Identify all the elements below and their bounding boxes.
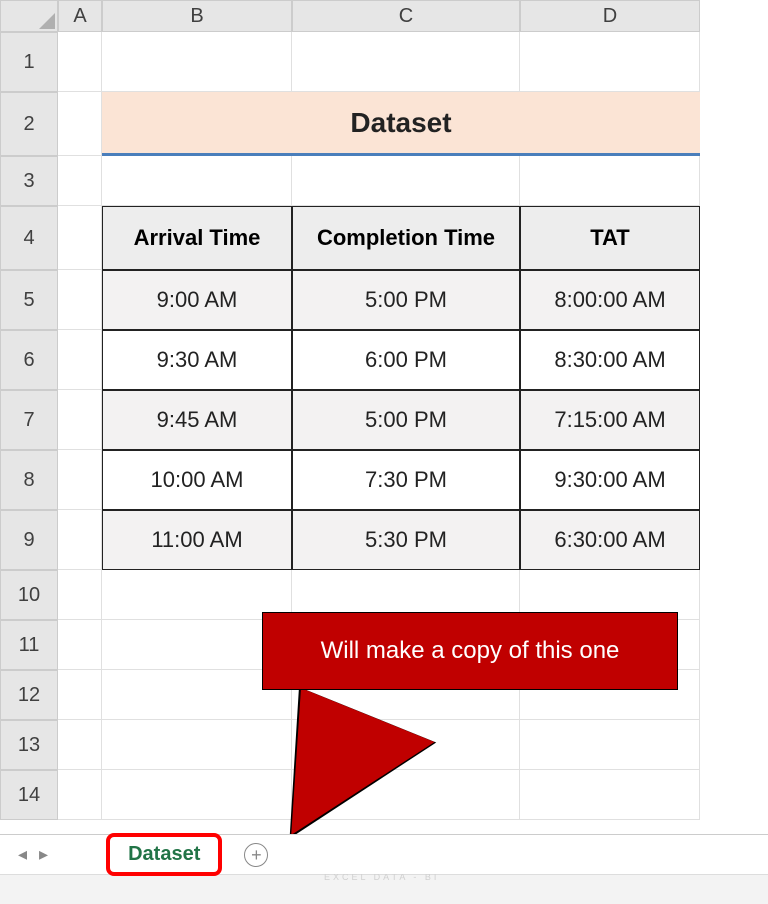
spreadsheet-grid: A B C D 1 2 Dataset 3 4 Arrival Time Com… — [0, 0, 768, 820]
table-row[interactable]: 8:00:00 AM — [520, 270, 700, 330]
col-header-A[interactable]: A — [58, 0, 102, 32]
tab-next-icon[interactable]: ▸ — [39, 844, 48, 865]
cell-A7[interactable] — [58, 390, 102, 450]
tab-navigation: ◂ ▸ — [0, 844, 66, 865]
cell-A5[interactable] — [58, 270, 102, 330]
cell-D14[interactable] — [520, 770, 700, 820]
cell-A13[interactable] — [58, 720, 102, 770]
table-row[interactable]: 5:00 PM — [292, 270, 520, 330]
tab-prev-icon[interactable]: ◂ — [18, 844, 27, 865]
table-row[interactable]: 6:30:00 AM — [520, 510, 700, 570]
row-header-12[interactable]: 12 — [0, 670, 58, 720]
table-row[interactable]: 9:30:00 AM — [520, 450, 700, 510]
cell-B1[interactable] — [102, 32, 292, 92]
cell-B3[interactable] — [102, 156, 292, 206]
row-header-10[interactable]: 10 — [0, 570, 58, 620]
table-row[interactable]: 9:45 AM — [102, 390, 292, 450]
cell-A10[interactable] — [58, 570, 102, 620]
table-row[interactable]: 11:00 AM — [102, 510, 292, 570]
select-all-corner[interactable] — [0, 0, 58, 32]
row-header-9[interactable]: 9 — [0, 510, 58, 570]
table-row[interactable]: 8:30:00 AM — [520, 330, 700, 390]
cell-C1[interactable] — [292, 32, 520, 92]
table-header-completion[interactable]: Completion Time — [292, 206, 520, 270]
cell-A9[interactable] — [58, 510, 102, 570]
col-header-C[interactable]: C — [292, 0, 520, 32]
cell-A1[interactable] — [58, 32, 102, 92]
cell-D13[interactable] — [520, 720, 700, 770]
cell-C3[interactable] — [292, 156, 520, 206]
col-header-D[interactable]: D — [520, 0, 700, 32]
row-header-8[interactable]: 8 — [0, 450, 58, 510]
row-header-11[interactable]: 11 — [0, 620, 58, 670]
cell-A14[interactable] — [58, 770, 102, 820]
sheet-tab-bar: ◂ ▸ Dataset + — [0, 834, 768, 874]
cell-D1[interactable] — [520, 32, 700, 92]
row-header-1[interactable]: 1 — [0, 32, 58, 92]
table-header-arrival[interactable]: Arrival Time — [102, 206, 292, 270]
cell-A8[interactable] — [58, 450, 102, 510]
table-row[interactable]: 6:00 PM — [292, 330, 520, 390]
sheet-tab-dataset[interactable]: Dataset — [106, 833, 222, 876]
annotation-callout: Will make a copy of this one — [262, 612, 678, 690]
cell-D3[interactable] — [520, 156, 700, 206]
row-header-13[interactable]: 13 — [0, 720, 58, 770]
cell-B13[interactable] — [102, 720, 292, 770]
row-header-3[interactable]: 3 — [0, 156, 58, 206]
row-header-2[interactable]: 2 — [0, 92, 58, 156]
col-header-B[interactable]: B — [102, 0, 292, 32]
cell-A3[interactable] — [58, 156, 102, 206]
table-row[interactable]: 7:15:00 AM — [520, 390, 700, 450]
cell-A4[interactable] — [58, 206, 102, 270]
row-header-7[interactable]: 7 — [0, 390, 58, 450]
table-row[interactable]: 9:00 AM — [102, 270, 292, 330]
table-row[interactable]: 9:30 AM — [102, 330, 292, 390]
row-header-4[interactable]: 4 — [0, 206, 58, 270]
table-row[interactable]: 10:00 AM — [102, 450, 292, 510]
add-sheet-button[interactable]: + — [244, 843, 268, 867]
cell-A11[interactable] — [58, 620, 102, 670]
row-header-6[interactable]: 6 — [0, 330, 58, 390]
row-header-5[interactable]: 5 — [0, 270, 58, 330]
cell-A6[interactable] — [58, 330, 102, 390]
row-header-14[interactable]: 14 — [0, 770, 58, 820]
table-row[interactable]: 5:00 PM — [292, 390, 520, 450]
cell-A2[interactable] — [58, 92, 102, 156]
table-row[interactable]: 5:30 PM — [292, 510, 520, 570]
dataset-title[interactable]: Dataset — [102, 92, 700, 156]
table-header-tat[interactable]: TAT — [520, 206, 700, 270]
cell-A12[interactable] — [58, 670, 102, 720]
table-row[interactable]: 7:30 PM — [292, 450, 520, 510]
